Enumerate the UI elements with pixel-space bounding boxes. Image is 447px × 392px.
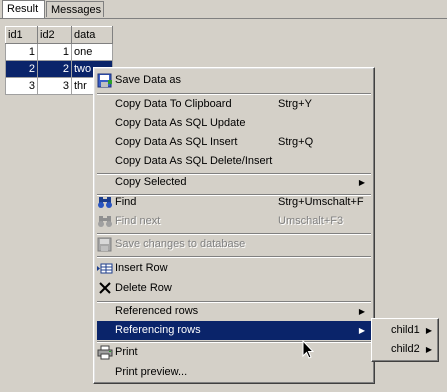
referencing-rows-submenu: child1 ▶ child2 ▶: [371, 318, 439, 362]
menu-label: Copy Data As SQL Update: [115, 117, 246, 129]
menu-item-find[interactable]: Find Strg+Umschalt+F: [97, 193, 371, 212]
menu-label: Save changes to database: [115, 238, 246, 250]
table-row[interactable]: 1 1 one: [5, 43, 113, 61]
submenu-arrow-icon: ▶: [425, 326, 432, 335]
cell-id1[interactable]: 2: [5, 60, 38, 78]
tab-messages[interactable]: Messages: [46, 1, 104, 17]
cell-id2[interactable]: 1: [37, 43, 72, 61]
menu-label: Referenced rows: [115, 305, 199, 317]
context-menu: Save Data as Copy Data To Clipboard Strg…: [93, 67, 375, 384]
menu-label: Copy Data As SQL Delete/Insert: [115, 155, 273, 167]
submenu-arrow-icon: ▶: [358, 326, 365, 335]
cell-id1[interactable]: 3: [5, 77, 38, 95]
tab-result[interactable]: Result: [2, 0, 45, 18]
menu-item-save-changes[interactable]: Save changes to database: [97, 235, 371, 254]
cell-id1[interactable]: 1: [5, 43, 38, 61]
mouse-pointer-icon: [302, 339, 316, 360]
binoculars-disabled-icon: [97, 214, 113, 229]
printer-icon: [97, 345, 113, 360]
menu-item-save-data-as[interactable]: Save Data as: [97, 71, 371, 90]
save-disabled-icon: [97, 237, 113, 252]
cell-id2[interactable]: 2: [37, 60, 72, 78]
menu-label: Print: [115, 346, 138, 358]
menu-shortcut: Umschalt+F3: [278, 215, 344, 227]
column-header-id2[interactable]: id2: [37, 26, 72, 44]
menu-label: Find: [115, 196, 137, 208]
menu-item-copy-sql-update[interactable]: Copy Data As SQL Update: [97, 114, 371, 133]
menu-label: Copy Selected: [115, 176, 187, 188]
menu-item-referencing-rows[interactable]: Referencing rows ▶: [97, 321, 371, 340]
menu-item-delete-row[interactable]: Delete Row: [97, 279, 371, 298]
submenu-arrow-icon: ▶: [358, 178, 365, 187]
submenu-arrow-icon: ▶: [358, 307, 365, 316]
menu-label: Find next: [115, 215, 161, 227]
menu-label: Print preview...: [115, 366, 188, 378]
submenu-label: child1: [391, 324, 420, 336]
menu-item-referenced-rows[interactable]: Referenced rows ▶: [97, 302, 371, 321]
menu-item-find-next[interactable]: Find next Umschalt+F3: [97, 212, 371, 231]
submenu-label: child2: [391, 343, 420, 355]
menu-label: Save Data as: [115, 74, 182, 86]
menu-shortcut: Strg+Umschalt+F: [278, 196, 364, 208]
delete-x-icon: [97, 281, 113, 296]
menu-item-copy-sql-insert[interactable]: Copy Data As SQL Insert Strg+Q: [97, 133, 371, 152]
submenu-item-child1[interactable]: child1 ▶: [374, 321, 436, 340]
menu-shortcut: Strg+Y: [278, 98, 312, 110]
menu-item-insert-row[interactable]: Insert Row: [97, 259, 371, 278]
menu-item-print[interactable]: Print: [97, 343, 371, 362]
column-header-id1[interactable]: id1: [5, 26, 38, 44]
menu-item-copy-clipboard[interactable]: Copy Data To Clipboard Strg+Y: [97, 95, 371, 114]
save-icon: [97, 73, 113, 88]
menu-label: Copy Data To Clipboard: [115, 98, 232, 110]
menu-label: Copy Data As SQL Insert: [115, 136, 238, 148]
cell-data[interactable]: one: [71, 43, 113, 61]
column-header-data[interactable]: data: [71, 26, 113, 44]
insert-row-icon: [97, 261, 113, 276]
menu-item-print-preview[interactable]: Print preview...: [97, 363, 371, 382]
menu-label: Insert Row: [115, 262, 168, 274]
submenu-arrow-icon: ▶: [425, 345, 432, 354]
grid-header-row: id1 id2 data: [5, 26, 113, 44]
cell-id2[interactable]: 3: [37, 77, 72, 95]
menu-shortcut: Strg+Q: [278, 136, 314, 148]
submenu-item-child2[interactable]: child2 ▶: [374, 340, 436, 359]
tab-strip: Result Messages: [0, 0, 447, 18]
menu-label: Referencing rows: [115, 324, 201, 336]
menu-label: Delete Row: [115, 282, 172, 294]
binoculars-icon: [97, 195, 113, 210]
menu-item-copy-selected[interactable]: Copy Selected ▶: [97, 173, 371, 192]
menu-item-copy-sql-delete-insert[interactable]: Copy Data As SQL Delete/Insert: [97, 152, 371, 171]
menu-separator: [97, 256, 371, 258]
